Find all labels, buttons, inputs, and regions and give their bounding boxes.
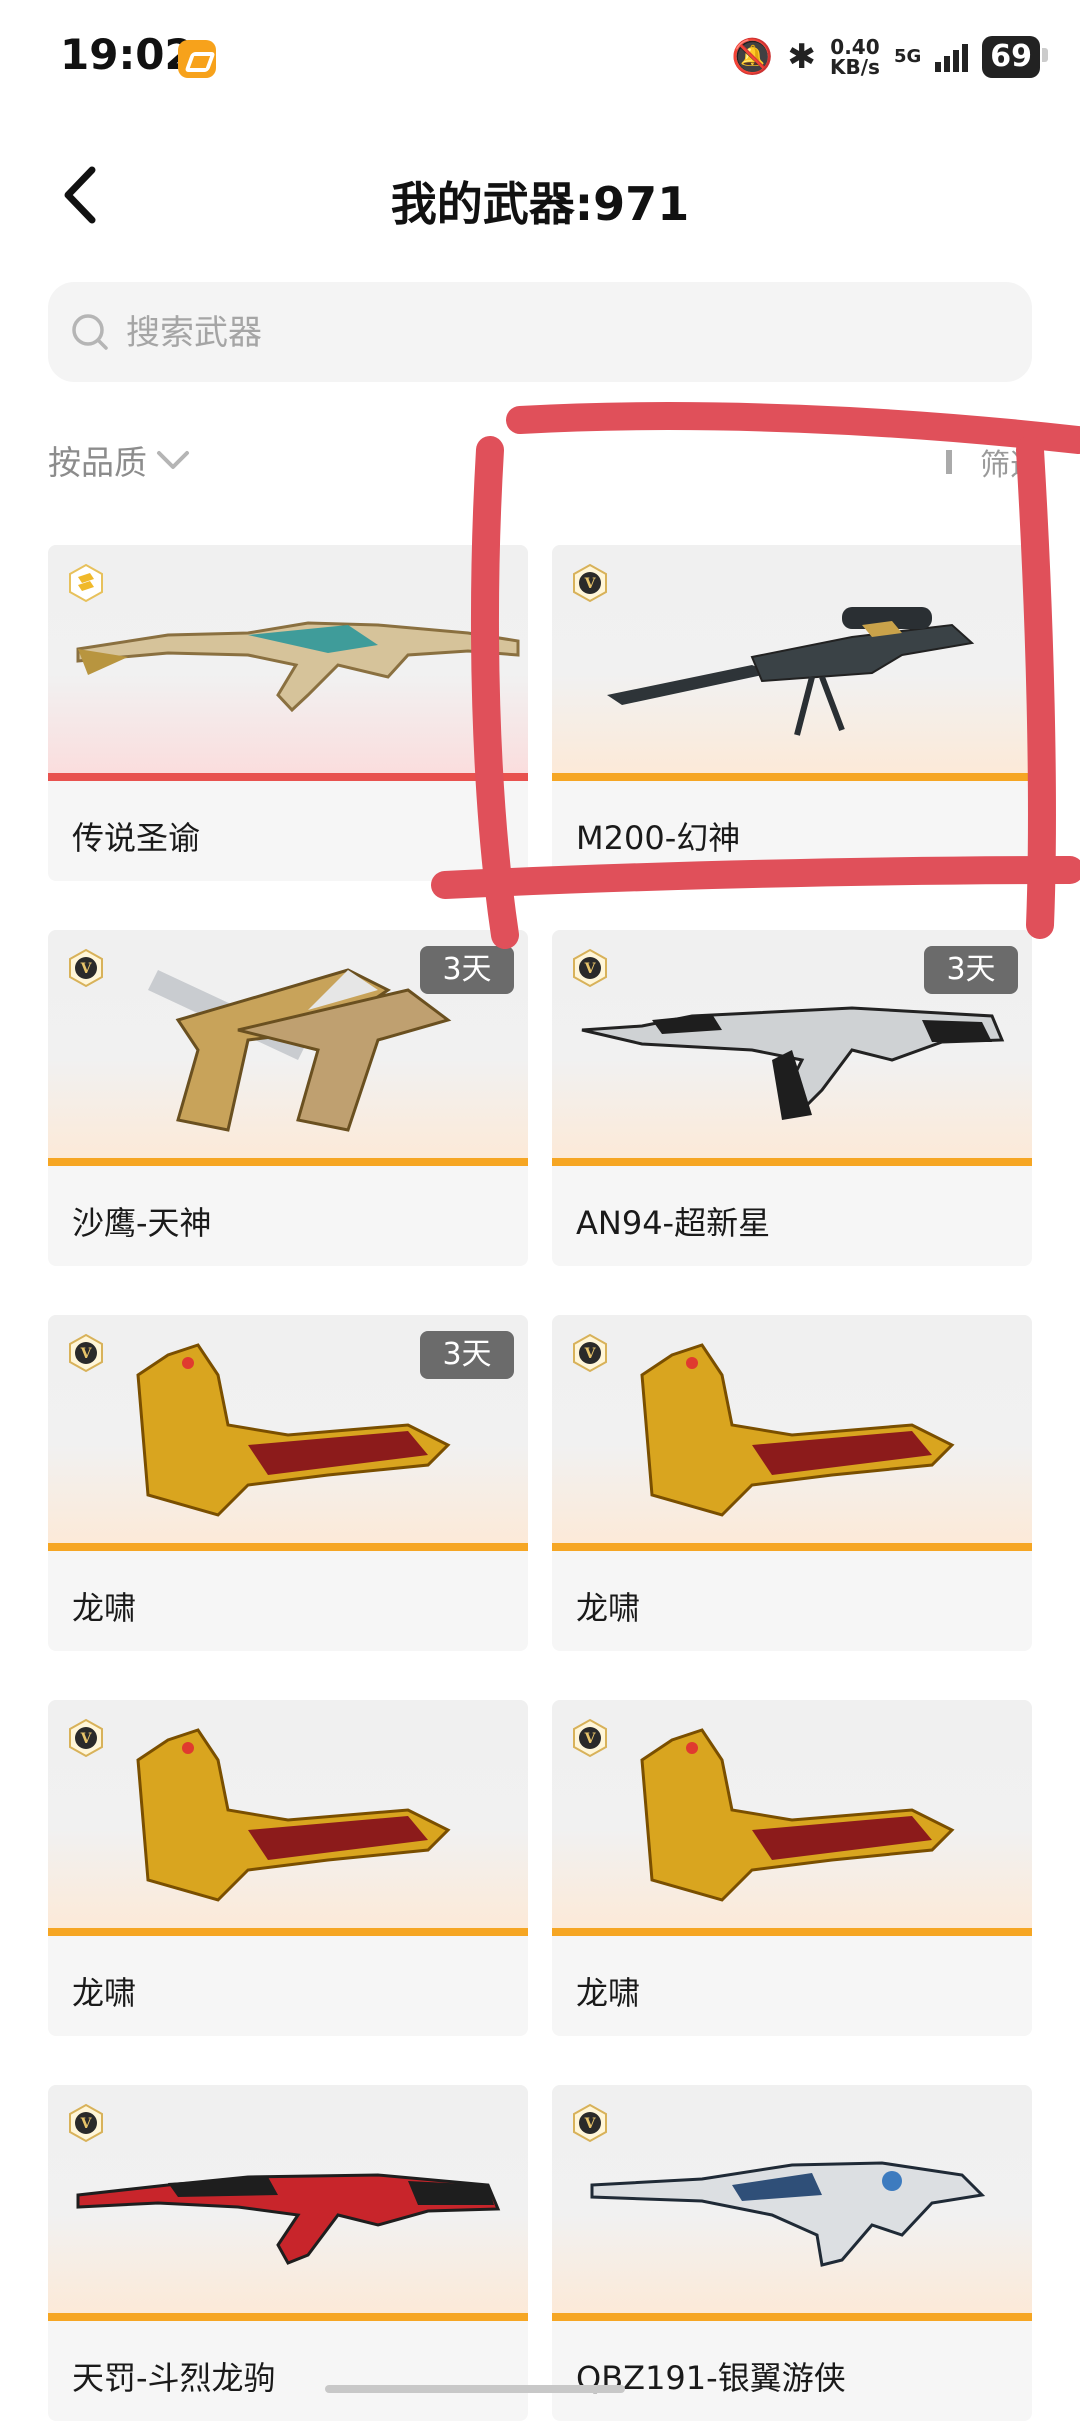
quality-bar bbox=[552, 1543, 1032, 1551]
dragon-axe-image bbox=[136, 1728, 451, 1902]
svg-text:V: V bbox=[80, 1346, 93, 1362]
weapon-name: 传说圣谕 bbox=[72, 819, 201, 857]
net-speed-unit: KB/s bbox=[829, 55, 880, 79]
search-input[interactable] bbox=[124, 300, 1008, 366]
bullpup-rifle-image bbox=[590, 2161, 986, 2267]
filter-button[interactable]: 筛选 bbox=[946, 440, 1040, 484]
weapon-name: M200-幻神 bbox=[576, 819, 741, 857]
signal-icon bbox=[935, 42, 969, 72]
rifle-image bbox=[76, 621, 520, 713]
filter-icon bbox=[946, 450, 972, 474]
weapon-name: 龙啸 bbox=[576, 1589, 641, 1627]
quality-bar bbox=[552, 2313, 1032, 2321]
search-bar[interactable] bbox=[48, 282, 1032, 382]
page-title: 我的武器:971 bbox=[390, 177, 690, 231]
svg-text:V: V bbox=[80, 1731, 93, 1747]
weapon-name: 龙啸 bbox=[576, 1974, 641, 2012]
quality-bar bbox=[48, 1543, 528, 1551]
v-quality-icon: V bbox=[69, 1333, 103, 1373]
status-icons: 🔕 ✱ 0.40 KB/s 5G 69 bbox=[731, 32, 1048, 82]
svg-text:V: V bbox=[584, 1731, 597, 1747]
battery-indicator: 69 bbox=[982, 36, 1048, 78]
weapon-card[interactable]: V 3天 AN94-超新星 bbox=[552, 930, 1032, 1266]
weapon-image-area bbox=[48, 545, 528, 781]
weapon-image-area: V bbox=[552, 2085, 1032, 2321]
duration-badge: 3天 bbox=[924, 946, 1018, 994]
sniper-rifle-image bbox=[607, 607, 975, 736]
weapon-card[interactable]: V QBZ191-银翼游侠 bbox=[552, 2085, 1032, 2421]
weapon-card[interactable]: V 天罚-斗烈龙驹 bbox=[48, 2085, 528, 2421]
status-bar: 19:02 🔕 ✱ 0.40 KB/s 5G 69 bbox=[0, 0, 1080, 110]
v-quality-icon: V bbox=[69, 948, 103, 988]
dragon-axe-image bbox=[640, 1343, 955, 1517]
v-quality-icon: V bbox=[69, 1718, 103, 1758]
duration-badge: 3天 bbox=[420, 946, 514, 994]
weapon-name: 沙鹰-天神 bbox=[72, 1204, 212, 1242]
weapon-card[interactable]: 传说圣谕 bbox=[48, 545, 528, 881]
quality-bar bbox=[48, 2313, 528, 2321]
weapon-image-area: V bbox=[552, 1700, 1032, 1936]
search-icon bbox=[72, 314, 108, 350]
svg-text:V: V bbox=[80, 2116, 93, 2132]
app-notification-icon bbox=[178, 40, 216, 78]
v-quality-icon: V bbox=[573, 948, 607, 988]
quality-bar bbox=[48, 773, 528, 781]
weapon-image-area: V 3天 bbox=[48, 1315, 528, 1551]
weapon-name: 龙啸 bbox=[72, 1974, 137, 2012]
quality-bar bbox=[48, 1928, 528, 1936]
v-quality-icon: V bbox=[573, 563, 607, 603]
weapon-card[interactable]: V 3天 龙啸 bbox=[48, 1315, 528, 1651]
svg-text:V: V bbox=[584, 2116, 597, 2132]
weapon-image-area: V 3天 bbox=[552, 930, 1032, 1166]
weapon-name: 龙啸 bbox=[72, 1589, 137, 1627]
weapon-image-area: V bbox=[552, 545, 1032, 781]
weapon-image-area: V bbox=[48, 2085, 528, 2321]
weapon-card[interactable]: V 3天 沙鹰-天神 bbox=[48, 930, 528, 1266]
quality-bar bbox=[48, 1158, 528, 1166]
weapon-card[interactable]: V 龙啸 bbox=[552, 1315, 1032, 1651]
weapon-card[interactable]: V 龙啸 bbox=[48, 1700, 528, 2036]
chevron-down-icon bbox=[157, 451, 189, 469]
weapon-name: AN94-超新星 bbox=[576, 1204, 771, 1242]
duration-badge: 3天 bbox=[420, 1331, 514, 1379]
svg-text:V: V bbox=[80, 961, 93, 977]
quality-bar bbox=[552, 1928, 1032, 1936]
weapon-image-area: V bbox=[48, 1700, 528, 1936]
red-dragon-rifle-image bbox=[76, 2173, 501, 2265]
legend-quality-icon bbox=[69, 563, 103, 603]
dragon-axe-image bbox=[640, 1728, 955, 1902]
filter-label: 筛选 bbox=[980, 448, 1040, 483]
quality-bar bbox=[552, 773, 1032, 781]
weapon-image-area: V bbox=[552, 1315, 1032, 1551]
clock: 19:02 bbox=[60, 30, 194, 79]
svg-text:V: V bbox=[584, 576, 597, 592]
quality-bar bbox=[552, 1158, 1032, 1166]
v-quality-icon: V bbox=[573, 1718, 607, 1758]
network-speed: 0.40 KB/s bbox=[830, 37, 880, 77]
weapon-image-area: V 3天 bbox=[48, 930, 528, 1166]
home-indicator[interactable] bbox=[325, 2385, 625, 2393]
v-quality-icon: V bbox=[573, 2103, 607, 2143]
svg-text:V: V bbox=[584, 961, 597, 977]
sort-by-quality-dropdown[interactable]: 按品质 bbox=[48, 435, 191, 485]
weapon-card[interactable]: V M200-幻神 bbox=[552, 545, 1032, 881]
v-quality-icon: V bbox=[69, 2103, 103, 2143]
weapon-name: 天罚-斗烈龙驹 bbox=[72, 2359, 276, 2397]
svg-text:V: V bbox=[584, 1346, 597, 1362]
mute-bell-icon: 🔕 bbox=[731, 37, 774, 77]
weapon-card[interactable]: V 龙啸 bbox=[552, 1700, 1032, 2036]
v-quality-icon: V bbox=[573, 1333, 607, 1373]
network-type: 5G bbox=[893, 46, 922, 67]
bluetooth-icon: ✱ bbox=[787, 37, 816, 77]
sort-label: 按品质 bbox=[48, 443, 147, 482]
